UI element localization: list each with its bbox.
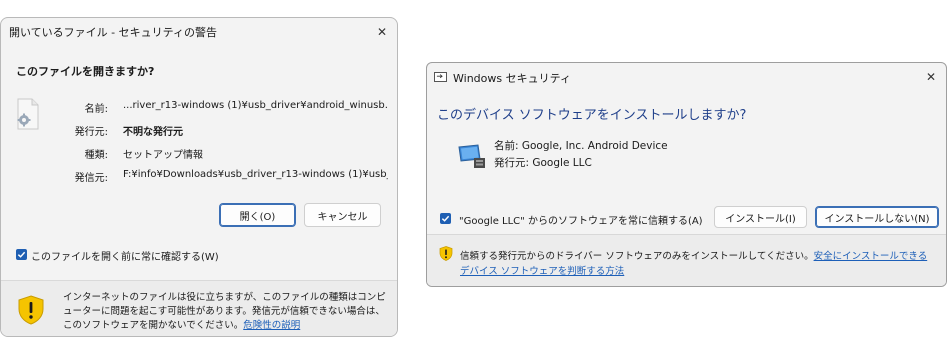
open-file-security-warning-dialog: 開いているファイル - セキュリティの警告 ✕ このファイルを開きますか? 名前… [0,17,398,337]
field-value: 不明な発行元 [123,127,183,138]
warning-text: インターネットのファイルは役に立ちますが、このファイルの種類はコンピューターに問… [63,292,386,331]
close-button[interactable]: ✕ [916,63,946,91]
dialog-heading: このファイルを開きますか? [16,65,155,78]
dont-install-button[interactable]: インストールしない(N) [815,206,939,228]
always-ask-label[interactable]: このファイルを開く前に常に確認する(W) [31,248,219,263]
field-name-row: 名前: ...river_r13-windows (1)¥usb_driver¥… [1,100,391,116]
warning-message: 信頼する発行元からのドライバー ソフトウェアのみをインストールしてください。安全… [460,249,935,279]
warning-text: 信頼する発行元からのドライバー ソフトウェアのみをインストールしてください。 [460,251,814,262]
window-arrow-icon [434,72,447,82]
install-button[interactable]: インストール(I) [714,206,807,228]
warning-shield-icon [439,246,453,261]
risk-explanation-link[interactable]: 危険性の説明 [243,320,300,331]
windows-security-install-dialog: Windows セキュリティ ✕ このデバイス ソフトウェアをインストールします… [426,62,947,287]
checkmark-icon [441,215,450,222]
always-ask-checkbox[interactable] [16,249,27,260]
checkmark-icon [17,251,26,258]
device-computer-icon [458,144,485,168]
field-value: セットアップ情報 [123,150,203,161]
field-type-row: 種類: セットアップ情報 [1,146,391,162]
field-label: 名前: [84,104,108,115]
field-label: 発行元: [74,127,108,138]
dialog-heading: このデバイス ソフトウェアをインストールしますか? [437,108,747,123]
field-value: ...river_r13-windows (1)¥usb_driver¥andr… [123,100,388,111]
always-trust-checkbox[interactable] [440,213,451,224]
field-publisher-row: 発行元: 不明な発行元 [1,123,391,139]
field-label: 発信元: [74,173,108,184]
dialog-title: Windows セキュリティ [453,72,571,85]
dialog-title: 開いているファイル - セキュリティの警告 [9,26,217,39]
field-label: 種類: [84,150,108,161]
cancel-button[interactable]: キャンセル [304,203,381,227]
always-trust-label[interactable]: "Google LLC" からのソフトウェアを常に信頼する(A) [459,212,703,227]
device-publisher: 発行元: Google LLC [494,157,592,169]
device-name: 名前: Google, Inc. Android Device [494,140,668,152]
field-source-row: 発信元: F:¥info¥Downloads¥usb_driver_r13-wi… [1,169,391,185]
title-bar: 開いているファイル - セキュリティの警告 ✕ [1,18,397,46]
open-button[interactable]: 開く(O) [219,203,296,227]
warning-message: インターネットのファイルは役に立ちますが、このファイルの種類はコンピューターに問… [63,291,388,333]
warning-shield-icon [18,295,44,325]
close-button[interactable]: ✕ [367,18,397,46]
field-value: F:¥info¥Downloads¥usb_driver_r13-windows… [123,169,388,180]
